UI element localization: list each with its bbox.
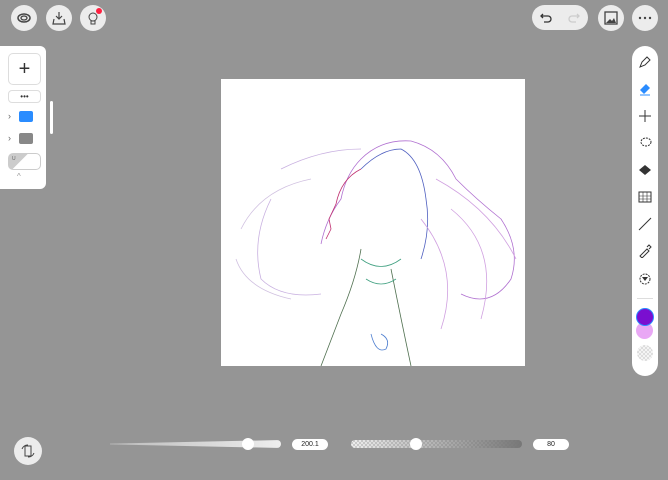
layers-scrollbar[interactable] [50,101,53,134]
move-icon [639,110,651,122]
pen-icon [639,56,651,68]
lasso-icon [640,137,652,147]
reference-image-button[interactable] [598,5,624,31]
symmetry-tool[interactable] [636,269,654,287]
brush-size-value[interactable]: 200.1 [292,439,328,450]
layer-folder-gray[interactable]: › [8,132,36,146]
toolbar-divider [637,298,653,299]
line-icon [638,217,652,231]
eraser-tool[interactable] [636,80,654,98]
chevron-right-icon: › [8,133,11,143]
fill-bucket-icon [639,165,651,175]
move-tool[interactable] [636,107,654,125]
more-icon [638,16,652,20]
collapse-chevron-icon[interactable]: ^ [17,172,21,181]
grid-icon [638,191,652,203]
chevron-right-icon: › [8,111,11,121]
undo-redo-group [532,5,588,30]
folder-icon [19,133,33,144]
undo-icon[interactable] [539,11,553,25]
transparent-color-swatch[interactable] [637,345,653,361]
import-icon [52,12,66,25]
brush-size-thumb[interactable] [242,438,254,450]
folder-icon [19,111,33,122]
primary-color-swatch[interactable] [636,308,654,326]
drawing-canvas[interactable] [221,79,525,367]
gallery-button[interactable] [11,5,37,31]
notification-badge [96,8,102,14]
add-layer-button[interactable]: + [8,53,41,85]
grid-tool[interactable] [636,188,654,206]
tips-button[interactable] [80,5,106,31]
opacity-slider[interactable] [351,440,522,448]
line-tool[interactable] [636,215,654,233]
plus-icon: + [18,57,31,80]
redo-icon[interactable] [567,11,581,25]
import-button[interactable] [46,5,72,31]
eyedropper-icon [639,244,652,258]
pen-tool[interactable] [636,53,654,71]
eyedropper-tool[interactable] [636,242,654,260]
sketch-drawing [235,140,517,367]
eraser-icon [640,84,650,96]
lasso-tool[interactable] [636,134,654,152]
swirl-icon [17,13,31,23]
fill-tool[interactable] [636,161,654,179]
opacity-value[interactable]: 80 [533,439,569,450]
brush-size-slider[interactable] [110,440,281,448]
layer-folder-blue[interactable]: › [8,110,36,124]
symmetry-icon [639,273,651,285]
image-icon [604,11,618,25]
rotate-canvas-button[interactable] [14,437,42,465]
rotate-screen-icon [21,444,35,458]
layers-panel: + ••• › › U ^ [0,46,53,189]
opacity-thumb[interactable] [410,438,422,450]
layer-thumbnail[interactable]: U [8,153,41,170]
tools-toolbar [632,46,658,376]
more-button[interactable] [632,5,658,31]
layer-more-button[interactable]: ••• [8,90,41,103]
